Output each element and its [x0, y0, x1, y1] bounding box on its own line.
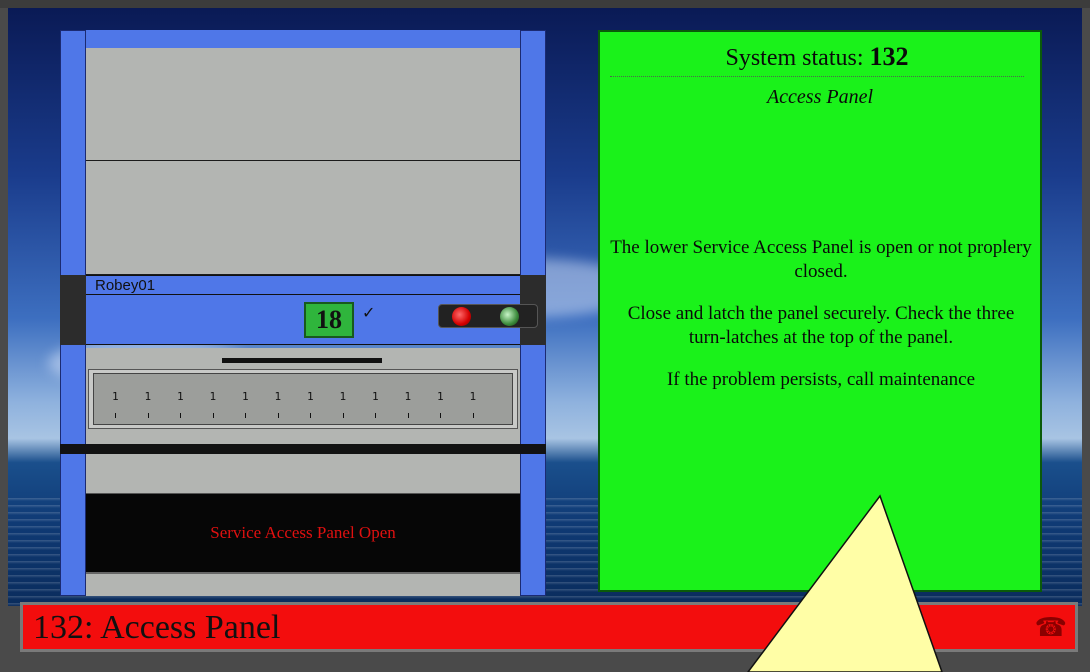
drawer-rail: 1 1 1 1 1 1 1 1 1 1 1 1 — [88, 369, 518, 429]
drawer-tick-label: 1 — [112, 390, 119, 403]
phone-icon[interactable]: ☎ — [1035, 613, 1067, 643]
drawer-handle[interactable] — [222, 358, 382, 363]
bottom-shelf — [86, 572, 520, 596]
drawer-tray: 1 1 1 1 1 1 1 1 1 1 1 1 — [93, 373, 513, 425]
alarm-code: 132 — [33, 609, 84, 646]
status-message: The lower Service Access Panel is open o… — [610, 236, 1032, 410]
status-subtitle: Access Panel — [766, 86, 874, 108]
drawer-tick-mark — [277, 413, 279, 418]
alarm-separator: : — [84, 609, 94, 646]
status-title-prefix: System status: — [725, 45, 864, 71]
drawer-tick-label: 1 — [339, 390, 347, 403]
access-drawer: 1 1 1 1 1 1 1 1 1 1 1 1 — [86, 348, 520, 444]
frame-top-border — [0, 0, 1090, 8]
drawer-tick-label: 1 — [307, 390, 314, 403]
lower-bay — [86, 454, 520, 494]
drawer-tick-label: 1 — [209, 390, 217, 403]
status-code: 132 — [869, 42, 909, 71]
app-frame: Robey01 18 ✓ 1 1 1 1 1 1 1 1 1 1 1 1 Service Access… — [0, 0, 1090, 672]
shelf-counter[interactable]: 18 — [304, 302, 354, 338]
indicator-lamps — [438, 304, 538, 328]
drawer-tick-mark — [407, 413, 409, 418]
status-message-line: The lower Service Access Panel is open o… — [610, 237, 1032, 282]
drawer-tick-mark — [440, 413, 441, 418]
service-panel-status-text: Service Access Panel Open — [210, 523, 396, 542]
drawer-tick-mark — [375, 413, 376, 418]
drawer-tick-mark — [147, 413, 149, 418]
drawer-tick-label: 1 — [274, 390, 282, 403]
stop-lamp-icon[interactable] — [452, 307, 471, 326]
control-band: 18 ✓ — [86, 295, 538, 345]
status-title: System status: 132 — [610, 42, 1024, 77]
status-message-line: Close and latch the panel securely. Chec… — [627, 303, 1015, 348]
ready-lamp-icon[interactable] — [500, 307, 519, 326]
drawer-tick-mark — [212, 413, 214, 418]
storage-machine: Robey01 18 ✓ 1 1 1 1 1 1 1 1 1 1 1 1 Service Access… — [60, 30, 546, 596]
drawer-tick-mark — [180, 413, 181, 418]
drawer-tick-mark — [472, 413, 474, 418]
upper-shelf — [86, 48, 520, 161]
status-panel: System status: 132 Access Panel The lowe… — [598, 30, 1042, 592]
drawer-tick-label: 1 — [177, 390, 184, 403]
drawer-tick-mark — [115, 413, 116, 418]
drawer-tick-label: 1 — [372, 390, 379, 403]
status-message-line: If the problem persists, call maintenanc… — [666, 369, 976, 390]
middle-shelf — [86, 161, 520, 275]
drawer-tick-mark — [310, 413, 311, 418]
drawer-tick-label: 1 — [437, 390, 444, 403]
drawer-tick-label: 1 — [469, 390, 477, 403]
machine-top-bar — [86, 30, 520, 49]
machine-name-label: Robey01 — [95, 277, 156, 294]
alarm-bar[interactable]: 132: Access Panel ☎ — [20, 602, 1078, 652]
machine-divider — [60, 444, 546, 454]
drawer-tick-mark — [342, 413, 344, 418]
drawer-tick-label: 1 — [242, 390, 249, 403]
machine-name-band: Robey01 — [86, 275, 520, 295]
drawer-tick-label: 1 — [404, 390, 412, 403]
alarm-label: Access Panel — [100, 609, 281, 646]
drawer-tick-mark — [245, 413, 246, 418]
check-icon: ✓ — [362, 303, 376, 322]
alarm-text: 132: Access Panel — [33, 609, 280, 647]
service-panel-open-display: Service Access Panel Open — [86, 494, 520, 572]
drawer-tick-label: 1 — [144, 390, 152, 403]
